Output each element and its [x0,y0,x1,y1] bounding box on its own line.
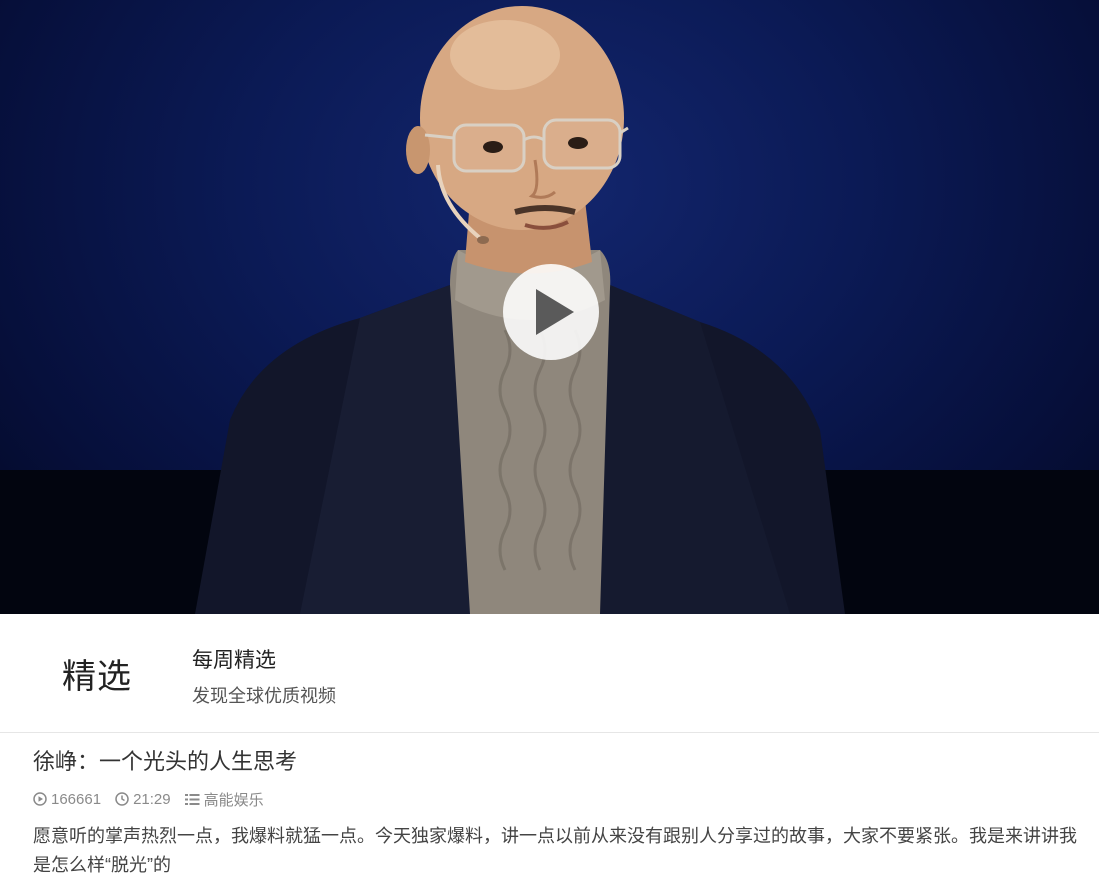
clock-icon [115,792,129,806]
play-icon [536,289,574,335]
duration: 21:29 [115,791,171,808]
video-description: 愿意听的掌声热烈一点，我爆料就猛一点。今天独家爆料，讲一点以前从来没有跟别人分享… [33,826,1077,875]
channel-description: 发现全球优质视频 [192,686,336,706]
play-count-icon [33,792,47,806]
video-player[interactable] [0,0,1099,614]
channel-logo[interactable]: 精选 [54,630,140,716]
channel-name[interactable]: 每周精选 [192,644,276,674]
views-count: 166661 [33,791,101,808]
divider [0,732,1099,733]
channel-logo-text: 精选 [62,656,132,697]
video-meta: 166661 21:29 高能娱乐 [33,788,278,810]
category-text: 高能娱乐 [203,791,264,809]
video-title[interactable]: 徐峥：一个光头的人生思考 [33,744,297,776]
views-text: 166661 [51,790,102,808]
list-icon [184,793,200,805]
play-button[interactable] [503,264,599,360]
duration-text: 21:29 [133,790,171,808]
category-link[interactable]: 高能娱乐 [184,789,264,810]
